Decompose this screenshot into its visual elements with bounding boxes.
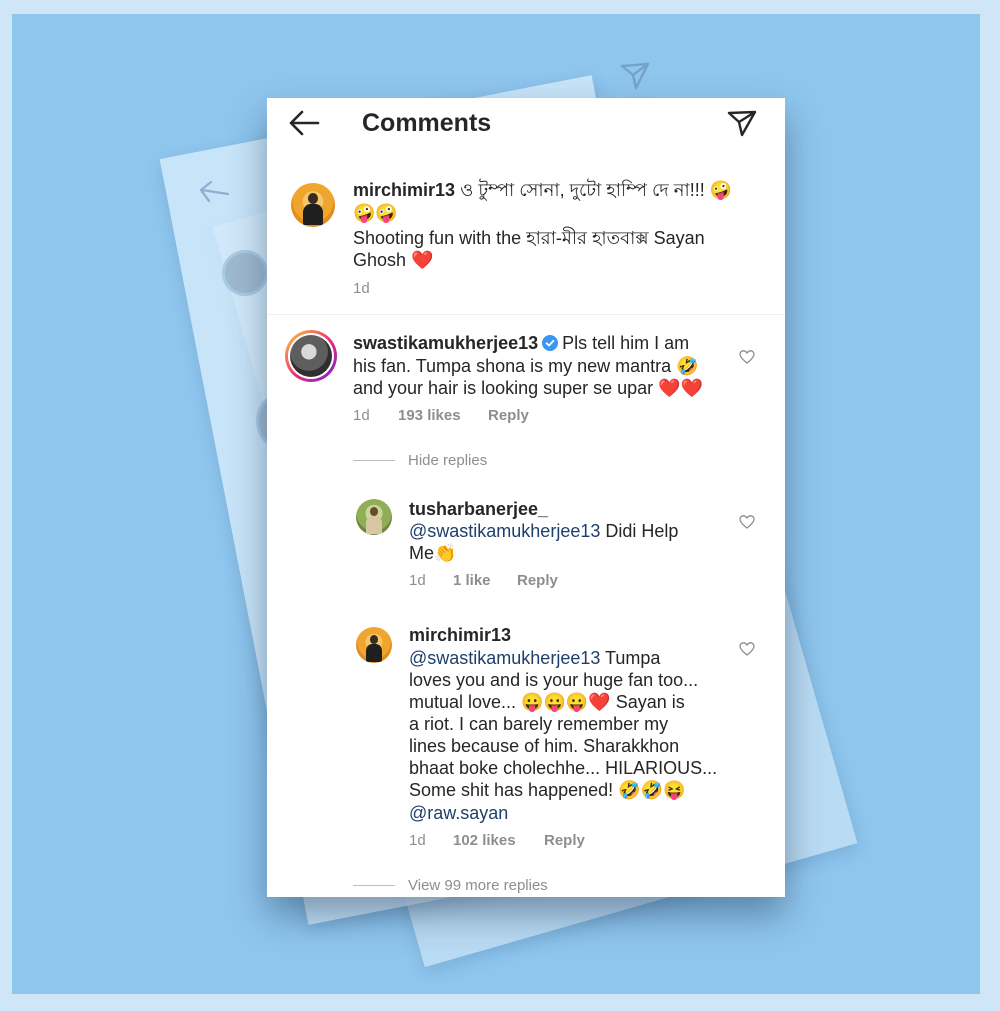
- caption-line-4: Ghosh ❤️: [353, 250, 434, 270]
- caption-username[interactable]: mirchimir13: [353, 180, 455, 200]
- reply-likes[interactable]: 102 likes: [453, 832, 516, 849]
- reply-line-6: lines because of him. Sharakkhon: [409, 736, 680, 756]
- avatar-body-shape: [366, 644, 382, 662]
- avatar[interactable]: [356, 627, 392, 663]
- page-title: Comments: [362, 109, 492, 137]
- reply-time: 1d: [409, 832, 426, 849]
- reply-button[interactable]: Reply: [544, 832, 585, 849]
- reply-username[interactable]: mirchimir13: [409, 625, 511, 645]
- caption-text: ও টুম্পা সোনা, দুটো হাম্পি দে না!!! 🤪: [455, 180, 733, 200]
- caption-line-1: mirchimir13 ও টুম্পা সোনা, দুটো হাম্পি দ…: [353, 179, 732, 201]
- arrow-left-icon[interactable]: [287, 108, 321, 138]
- heart-outline-icon[interactable]: [739, 641, 755, 657]
- reply-line-9: @raw.sayan: [409, 802, 508, 824]
- divider: [353, 460, 395, 461]
- paper-plane-icon[interactable]: [726, 108, 758, 138]
- heart-outline-icon[interactable]: [739, 349, 755, 365]
- ghost-avatar: [222, 250, 268, 296]
- ghost-paper-plane-icon: [620, 62, 650, 97]
- reply-button[interactable]: Reply: [488, 407, 529, 424]
- divider: [267, 314, 785, 315]
- reply-line-1: mirchimir13: [409, 624, 511, 646]
- avatar[interactable]: [285, 330, 337, 382]
- top-bar: Comments: [267, 98, 785, 150]
- reply-line-3: Me👏: [409, 543, 457, 563]
- caption-time: 1d: [353, 280, 370, 297]
- reply-button[interactable]: Reply: [517, 572, 558, 589]
- reply-line-5: a riot. I can barely remember my: [409, 714, 669, 734]
- reply-line-2: @swastikamukherjee13 Didi Help: [409, 520, 678, 542]
- reply-likes[interactable]: 1 like: [453, 572, 491, 589]
- comment-time: 1d: [353, 407, 370, 424]
- reply-text: Tumpa: [600, 648, 661, 668]
- caption-line-2: 🤪🤪: [353, 203, 398, 223]
- comment-text: Pls tell him I am: [562, 333, 690, 353]
- hide-replies-button[interactable]: Hide replies: [408, 452, 487, 469]
- mention-link[interactable]: @raw.sayan: [409, 803, 508, 823]
- reply-line-4: mutual love... 😛😛😛❤️ Sayan is: [409, 692, 685, 712]
- mention-link[interactable]: @swastikamukherjee13: [409, 648, 600, 668]
- avatar-head-shape: [307, 192, 319, 205]
- comments-screen: Comments mirchimir13 ও টুম্পা সোনা, দুটো…: [267, 98, 785, 897]
- mention-link[interactable]: @swastikamukherjee13: [409, 521, 600, 541]
- comment-likes[interactable]: 193 likes: [398, 407, 461, 424]
- reply-line-2: @swastikamukherjee13 Tumpa: [409, 647, 660, 669]
- ghost-arrow-left-icon: [198, 180, 230, 213]
- reply-time: 1d: [409, 572, 426, 589]
- comment-line-3: and your hair is looking super se upar ❤…: [353, 378, 703, 398]
- reply-text: Didi Help: [600, 521, 679, 541]
- reply-username[interactable]: tusharbanerjee_: [409, 499, 548, 519]
- view-more-replies-button[interactable]: View 99 more replies: [408, 877, 548, 894]
- comment-username[interactable]: swastikamukherjee13: [353, 333, 538, 353]
- avatar-body-shape: [366, 516, 382, 534]
- avatar-head-shape: [369, 506, 379, 517]
- reply-line-1: tusharbanerjee_: [409, 498, 548, 520]
- comment-line-2: his fan. Tumpa shona is my new mantra 🤣: [353, 356, 699, 376]
- heart-outline-icon[interactable]: [739, 514, 755, 530]
- verified-badge-icon: [542, 335, 559, 351]
- reply-line-8: Some shit has happened! 🤣🤣😝: [409, 780, 686, 800]
- reply-line-7: bhaat boke cholechhe... HILARIOUS...: [409, 758, 718, 778]
- avatar[interactable]: [291, 183, 335, 227]
- comment-line-1: swastikamukherjee13 Pls tell him I am: [353, 332, 689, 354]
- divider: [353, 885, 395, 886]
- avatar-head-shape: [369, 634, 379, 645]
- avatar[interactable]: [356, 499, 392, 535]
- avatar-body-shape: [303, 204, 323, 226]
- reply-line-3: loves you and is your huge fan too...: [409, 670, 699, 690]
- caption-line-3: Shooting fun with the হারা-মীর হাতবাক্স …: [353, 228, 705, 248]
